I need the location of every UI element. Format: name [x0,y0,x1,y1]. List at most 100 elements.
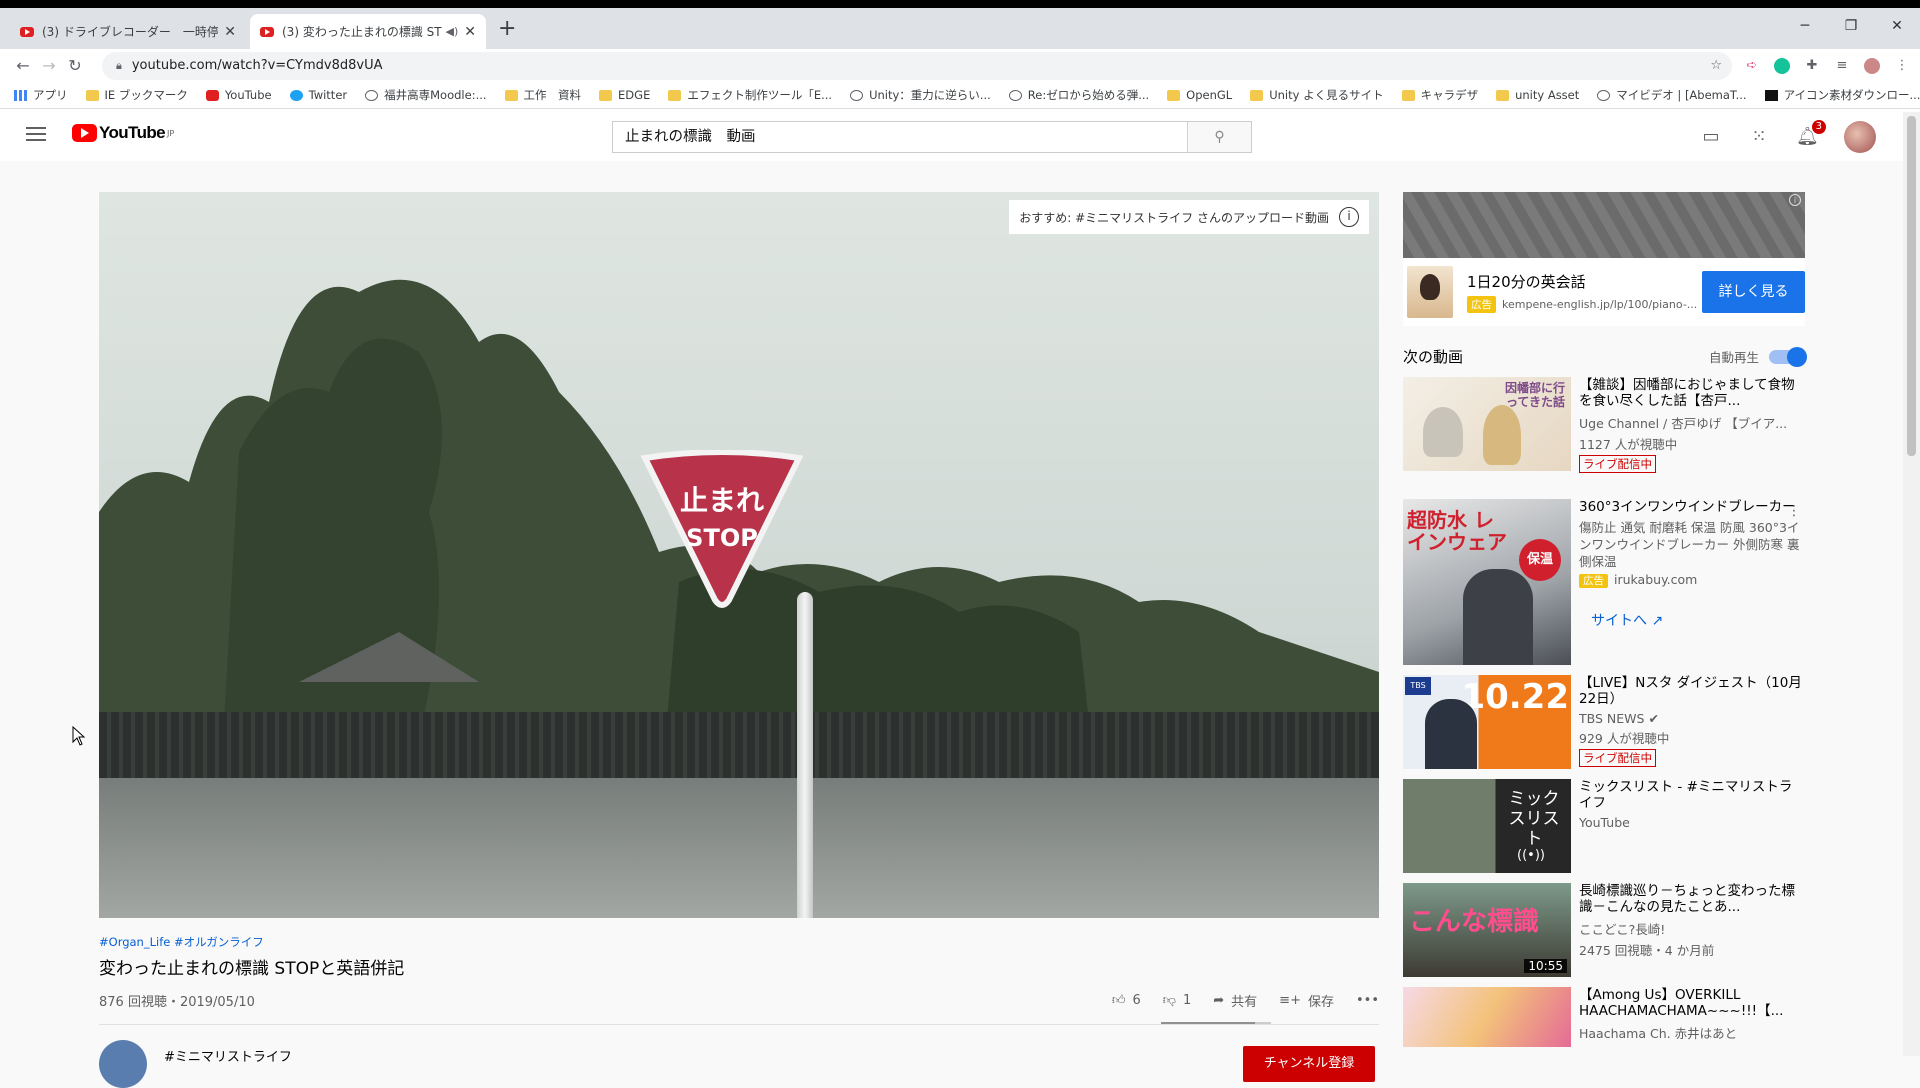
bookmark-folder[interactable]: unity Asset [1496,88,1579,102]
bookmark-folder[interactable]: キャラデザ [1401,87,1479,103]
visit-site-button[interactable]: サイトへ ↗ [1591,610,1805,630]
bookmark-link[interactable]: Unity：重力に逆らい... [850,87,991,103]
thumbnail-caption: 10.22 [1461,677,1569,717]
create-video-icon[interactable]: ▭ [1700,126,1722,148]
bookmark-folder[interactable]: EDGE [599,88,650,102]
info-icon[interactable]: i [1339,207,1359,227]
bookmark-label: OpenGL [1186,88,1233,102]
more-actions-icon[interactable]: ••• [1356,993,1379,1008]
video-title[interactable]: 長崎標識巡り－ちょっと変わった標識－こんなの見たことあ... [1579,883,1805,915]
ad-banner[interactable]: i [1403,192,1805,258]
close-tab-icon[interactable]: ✕ [224,24,236,40]
restore-icon[interactable]: ❐ [1828,18,1874,34]
bookmark-folder[interactable]: 工作 資料 [504,87,581,103]
share-button[interactable]: ➦ 共有 [1213,991,1257,1010]
reload-icon[interactable]: ↻ [62,56,88,75]
notification-bell-icon[interactable]: 🔔︎ 3 [1796,120,1826,148]
list-item-ad[interactable]: 超防水 レインウェア 保温 360°3インワンウインドブレーカー 傷防止 通気 … [1403,499,1805,665]
bookmark-link[interactable]: Re:ゼロから始める弾... [1008,87,1149,103]
bookmark-label: キャラデザ [1420,88,1479,102]
video-hashtags[interactable]: #Organ_Life #オルガンライフ [99,934,1379,950]
star-icon[interactable]: ☆ [1710,58,1722,73]
list-item[interactable]: ミックスリスト ((•)) ミックスリスト - #ミニマリストライフ YouTu… [1403,779,1805,873]
video-thumbnail: 超防水 レインウェア 保温 [1403,499,1571,665]
channel-name[interactable]: YouTube [1579,815,1805,830]
bookmark-folder[interactable]: エフェクト制作ツール「E... [668,87,832,103]
bookmark-link[interactable]: アイコン素材ダウンロー... [1764,87,1920,103]
ad-url: kempene-english.jp/lp/100/piano-... [1502,298,1698,311]
youtube-logo[interactable]: YouTube JP [72,123,174,143]
dislike-button[interactable]: 👎︎ 1 [1163,993,1191,1008]
channel-name[interactable]: ここどこ?長崎! [1579,919,1805,938]
search-icon[interactable]: ⚲ [1187,122,1251,152]
browser-tab-2[interactable]: (3) 変わった止まれの標識 STOP ◀) ✕ [250,14,486,49]
puzzle-extensions-icon[interactable]: ✚ [1804,58,1820,74]
bookmark-label: アプリ [33,88,68,102]
channel-name[interactable]: Haachama Ch. 赤井はあと [1579,1023,1805,1042]
browser-tab-1[interactable]: (3) ドライブレコーダー 一時停止標識 ✕ [10,14,246,49]
close-window-icon[interactable]: ✕ [1874,18,1920,34]
list-item[interactable]: 【Among Us】OVERKILL HAACHAMACHAMA~~~!!!【.… [1403,987,1805,1047]
folder-icon [1401,89,1415,101]
page-scrollbar[interactable] [1903,112,1920,1056]
cast-extension-icon[interactable]: ➪ [1744,58,1760,74]
bookmark-folder[interactable]: IE ブックマーク [85,87,188,103]
back-arrow-icon[interactable]: ← [10,56,36,75]
video-info: 長崎標識巡り－ちょっと変わった標識－こんなの見たことあ... ここどこ?長崎! … [1579,883,1805,977]
folder-icon [1250,89,1264,101]
bookmark-link[interactable]: マイビデオ | [AbemaT... [1597,87,1747,103]
bookmark-youtube[interactable]: YouTube [205,88,272,102]
list-item[interactable]: TBS 10.22 【LIVE】Nスタ ダイジェスト（10月22日） TBS N… [1403,675,1805,769]
list-item[interactable]: こんな標識 10:55 長崎標識巡り－ちょっと変わった標識－こんなの見たことあ.… [1403,883,1805,977]
bookmark-folder[interactable]: Unity よく見るサイト [1250,87,1384,103]
channel-name[interactable]: Uge Channel / 杏戸ゆげ 【ブイア... [1579,413,1805,432]
ad-card[interactable]: 1日20分の英会話 広告 kempene-english.jp/lp/100/pi… [1403,258,1805,326]
reading-list-icon[interactable]: ≡ [1834,58,1850,74]
video-player[interactable]: 止まれ STOP おすすめ: #ミニマリストライフ さんのアップロード動画 i [99,192,1379,918]
channel-name[interactable]: TBS NEWS ✔ [1579,711,1805,726]
bookmark-folder[interactable]: OpenGL [1167,88,1232,102]
globe-icon [1597,89,1611,101]
scrollbar-thumb[interactable] [1907,116,1916,456]
audio-playing-icon[interactable]: ◀) [446,25,459,38]
forward-arrow-icon[interactable]: → [36,56,62,75]
thumbnail-badge: 保温 [1519,539,1561,581]
close-tab-icon[interactable]: ✕ [464,24,476,40]
channel-avatar[interactable] [99,1040,147,1088]
like-button[interactable]: 👍︎ 6 [1112,993,1141,1008]
address-bar[interactable]: 🔒︎ youtube.com/watch?v=CYmdv8d8vUA ☆ [102,51,1732,80]
subscribe-button[interactable]: チャンネル登録 [1243,1046,1375,1082]
thumbnail-figure [1423,407,1463,457]
apps-grid-icon[interactable]: ⁙ [1748,126,1770,148]
more-options-icon[interactable]: ⋮ [1787,503,1801,519]
save-button[interactable]: ≡+ 保存 [1279,991,1334,1010]
profile-avatar-icon[interactable] [1864,57,1880,74]
hamburger-menu-icon[interactable] [26,127,46,145]
account-avatar[interactable] [1844,121,1876,153]
search-input[interactable]: 止まれの標識 動画 [613,122,1187,152]
video-stats-row: 876 回視聴・2019/05/10 👍︎ 6 👎︎ 1 ➦ 共有 ≡+ 保存 ••• [99,991,1379,1010]
minimize-icon[interactable]: ─ [1782,18,1828,34]
recommendation-overlay[interactable]: おすすめ: #ミニマリストライフ さんのアップロード動画 i [1009,200,1369,234]
header-actions: ▭ ⁙ 🔔︎ 3 [1700,120,1876,153]
grammarly-icon[interactable] [1774,57,1790,74]
ad-title: 1日20分の英会話 [1467,273,1586,291]
bookmark-apps[interactable]: アプリ [14,87,68,103]
new-tab-button[interactable]: + [498,16,516,41]
ad-info-icon[interactable]: i [1789,194,1801,206]
bookmark-twitter[interactable]: Twitter [289,88,347,102]
video-title[interactable]: 【雑談】因幡部におじゃまして食物を食い尽くした話【杏戸... [1579,377,1805,409]
list-item[interactable]: 因幡部に行ってきた話 【雑談】因幡部におじゃまして食物を食い尽くした話【杏戸..… [1403,377,1805,473]
video-title[interactable]: ミックスリスト - #ミニマリストライフ [1579,779,1805,811]
learn-more-button[interactable]: 詳しく見る [1702,271,1805,313]
video-title[interactable]: 【Among Us】OVERKILL HAACHAMACHAMA~~~!!!【.… [1579,987,1805,1019]
bookmark-moodle[interactable]: 福井高専Moodle:... [365,87,487,103]
up-next-label: 次の動画 [1403,348,1464,366]
browser-menu-icon[interactable]: ⋮ [1894,58,1910,74]
autoplay-toggle[interactable] [1769,346,1807,367]
playlist-add-icon: ≡+ [1279,993,1301,1008]
video-title[interactable]: 360°3インワンウインドブレーカー [1579,499,1805,515]
video-title[interactable]: 【LIVE】Nスタ ダイジェスト（10月22日） [1579,675,1805,707]
metadata-divider [99,1024,1379,1025]
dark-icon [1764,89,1778,101]
